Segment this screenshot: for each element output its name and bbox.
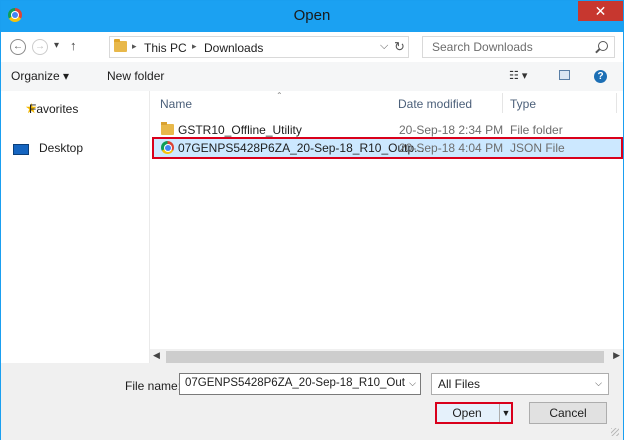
sort-ascending-icon: ⌃ — [276, 91, 283, 100]
dialog-footer: File name: 07GENPS5428P6ZA_20-Sep-18_R10… — [1, 365, 623, 440]
help-icon[interactable]: ? — [594, 70, 607, 83]
chevron-down-icon: ⌵ — [595, 378, 602, 388]
navigation-bar: ← → ▾ ↑ ▸ This PC ▸ Downloads ⌵ ↻ Search… — [1, 32, 623, 62]
search-icon[interactable] — [598, 41, 608, 51]
file-name: GSTR10_Offline_Utility — [178, 123, 302, 137]
new-folder-button[interactable]: New folder — [107, 69, 164, 83]
refresh-icon[interactable]: ↻ — [394, 39, 405, 55]
close-button[interactable]: ✕ — [578, 1, 623, 21]
address-dropdown-icon[interactable]: ⌵ — [380, 40, 388, 53]
preview-pane-icon[interactable] — [559, 70, 570, 80]
column-header-date-modified[interactable]: Date modified — [398, 97, 472, 111]
breadcrumb-separator: ▸ — [192, 41, 197, 51]
column-header-name[interactable]: Name — [160, 97, 192, 111]
cancel-button[interactable]: Cancel — [529, 402, 607, 424]
file-list: Name ⌃ Date modified Type GSTR10_Offline… — [150, 91, 623, 349]
sidebar-item-desktop[interactable]: Desktop — [9, 138, 145, 158]
horizontal-scrollbar[interactable]: ◀ ▶ — [150, 349, 623, 365]
file-name-field[interactable]: 07GENPS5428P6ZA_20-Sep-18_R10_Output_JS … — [179, 373, 421, 395]
open-dropdown-icon[interactable]: ▼ — [499, 404, 512, 422]
organize-button[interactable]: Organize ▾ — [11, 69, 69, 83]
open-dialog: Open ✕ ← → ▾ ↑ ▸ This PC ▸ Downloads ⌵ ↻… — [0, 0, 624, 440]
chevron-down-icon[interactable]: ⌵ — [409, 378, 416, 389]
folder-icon — [161, 122, 174, 135]
file-type-value: All Files — [438, 377, 481, 391]
file-name-label: File name: — [125, 379, 182, 393]
breadcrumb-separator: ▸ — [132, 41, 137, 51]
up-button[interactable]: ↑ — [70, 38, 77, 53]
column-divider[interactable] — [616, 93, 617, 113]
title-bar[interactable]: Open ✕ — [1, 1, 623, 32]
navigation-pane: ★ Favorites Desktop — [1, 91, 150, 363]
search-box[interactable]: Search Downloads — [422, 36, 615, 58]
address-bar[interactable]: ▸ This PC ▸ Downloads ⌵ ↻ — [109, 36, 409, 58]
breadcrumb-downloads[interactable]: Downloads — [204, 41, 263, 55]
command-bar: Organize ▾ New folder ☷ ▾ ? — [1, 62, 623, 92]
highlight-box — [152, 137, 623, 159]
desktop-icon — [13, 144, 29, 155]
recent-locations-button[interactable]: ▾ — [54, 40, 59, 51]
forward-button[interactable]: → — [32, 39, 48, 55]
sidebar-item-label: Desktop — [39, 141, 84, 155]
sidebar-item-favorites[interactable]: ★ Favorites — [9, 99, 145, 119]
column-header-type[interactable]: Type — [510, 97, 536, 111]
scrollbar-thumb[interactable] — [166, 351, 604, 363]
column-divider[interactable] — [502, 93, 503, 113]
window-title: Open — [293, 7, 331, 24]
resize-grip-icon[interactable] — [611, 428, 619, 436]
file-type-select[interactable]: All Files ⌵ — [431, 373, 609, 395]
scroll-left-icon[interactable]: ◀ — [153, 350, 160, 361]
open-button[interactable]: Open ▼ — [435, 402, 513, 424]
file-name-value: 07GENPS5428P6ZA_20-Sep-18_R10_Output_JS — [185, 377, 405, 389]
file-type: File folder — [510, 123, 563, 137]
back-button[interactable]: ← — [10, 39, 26, 55]
sidebar-item-label: Favorites — [29, 102, 79, 116]
folder-icon — [114, 39, 127, 52]
scroll-right-icon[interactable]: ▶ — [613, 350, 620, 361]
file-date: 20-Sep-18 2:34 PM — [399, 123, 504, 137]
view-options-icon[interactable]: ☷ ▾ — [509, 69, 527, 82]
breadcrumb-this-pc[interactable]: This PC — [144, 41, 187, 55]
open-button-label: Open — [452, 406, 482, 420]
search-input[interactable]: Search Downloads — [432, 40, 533, 54]
